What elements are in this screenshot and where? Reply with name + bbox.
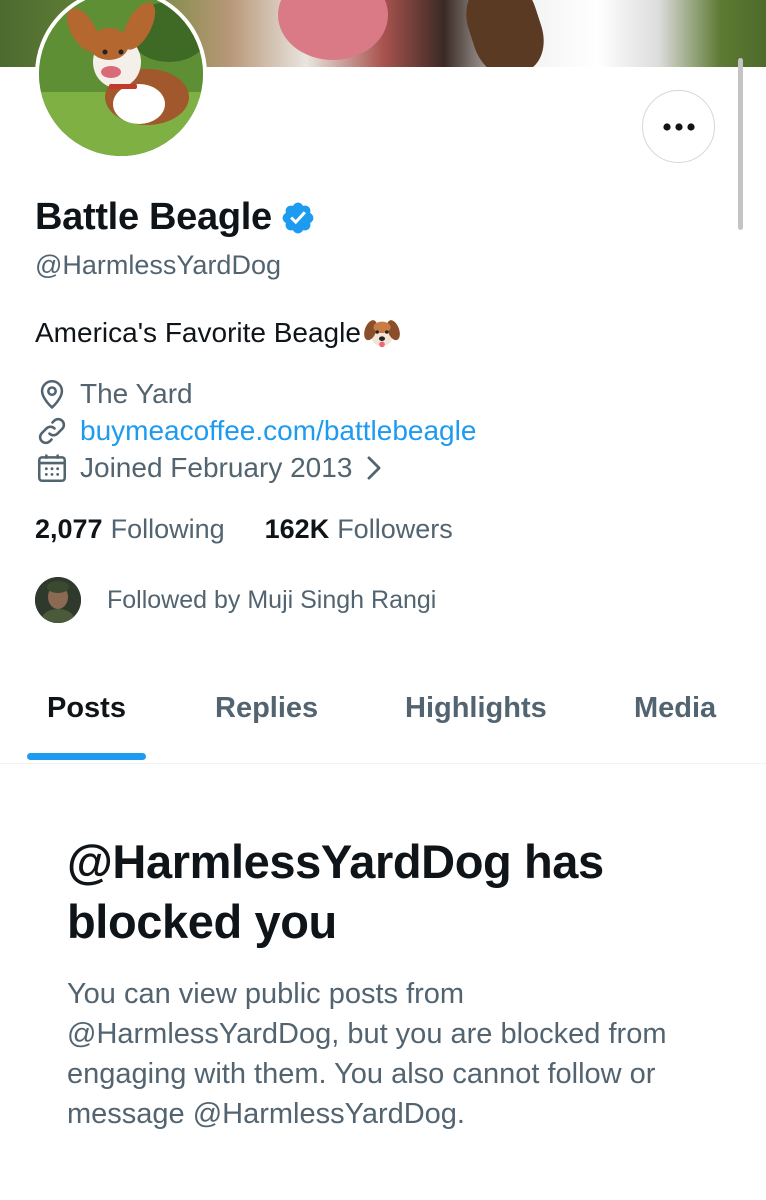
verified-badge-icon[interactable] [280, 200, 316, 236]
profile-bio: America's Favorite Beagle [35, 314, 401, 352]
bio-text: America's Favorite Beagle [35, 317, 361, 348]
profile-joined-date[interactable]: Joined February 2013 [35, 451, 384, 485]
profile-stats: 2,077 Following 162K Followers [35, 514, 453, 545]
location-pin-icon [40, 379, 64, 410]
blocked-title: @HarmlessYardDog has blocked you [67, 835, 604, 948]
dog-face-emoji-icon [364, 320, 400, 348]
following-label: Following [110, 514, 225, 544]
profile-name-row: Battle Beagle [35, 196, 316, 239]
followed-by[interactable]: Followed by Muji Singh Rangi [35, 577, 436, 623]
follower-avatar [35, 577, 81, 623]
banner-dog-tongue [278, 0, 388, 60]
profile-tabs: Posts Replies Highlights Media [0, 676, 766, 764]
blocked-message: You can view public posts from @Harmless… [67, 978, 667, 1130]
more-options-button[interactable] [642, 90, 715, 163]
followers-label: Followers [337, 514, 453, 544]
profile-avatar[interactable] [35, 0, 207, 160]
scrollbar[interactable] [738, 58, 743, 230]
tab-replies[interactable]: Replies [215, 692, 318, 725]
link-icon [38, 417, 66, 445]
profile-website: buymeacoffee.com/battlebeagle [35, 414, 476, 448]
more-horizontal-icon [662, 122, 695, 131]
followers-count: 162K [264, 514, 330, 544]
calendar-icon [37, 454, 67, 483]
tab-media[interactable]: Media [634, 692, 716, 725]
profile-location: The Yard [35, 377, 193, 411]
location-text: The Yard [80, 378, 193, 409]
website-link[interactable]: buymeacoffee.com/battlebeagle [80, 415, 476, 447]
following-stat[interactable]: 2,077 Following [35, 514, 225, 545]
tab-posts[interactable]: Posts [47, 692, 126, 725]
profile-handle: @HarmlessYardDog [35, 250, 281, 280]
display-name: Battle Beagle [35, 196, 272, 238]
banner-dog-ear [457, 0, 553, 67]
tab-highlights[interactable]: Highlights [405, 692, 547, 725]
followed-by-text: Followed by Muji Singh Rangi [107, 585, 437, 614]
followers-stat[interactable]: 162K Followers [265, 514, 453, 545]
following-count: 2,077 [35, 514, 103, 544]
joined-text: Joined February 2013 [80, 452, 353, 483]
active-tab-indicator [27, 753, 146, 760]
chevron-right-icon [367, 456, 381, 480]
